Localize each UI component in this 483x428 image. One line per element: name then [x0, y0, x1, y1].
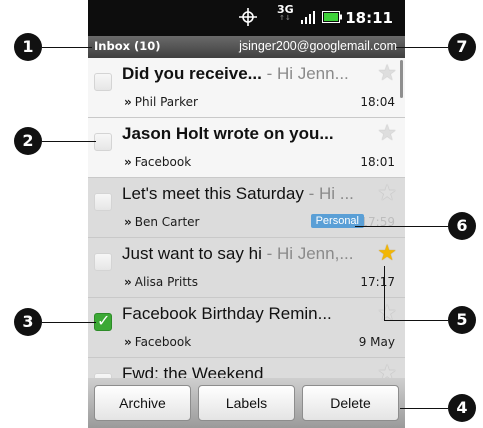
callout-marker: 5 — [448, 306, 476, 334]
message-row-partial[interactable]: Fwd: the Weekend ★ — [88, 358, 405, 378]
signal-icon — [301, 11, 315, 24]
subject: Facebook Birthday Remin... — [122, 304, 332, 323]
timestamp: 17:17 — [360, 275, 395, 289]
sender: » Ben Carter — [124, 215, 200, 229]
callout-marker: 1 — [14, 33, 42, 61]
subject-line: Did you receive... - Hi Jenn... — [122, 64, 377, 84]
timestamp: 9 May — [358, 335, 395, 349]
select-checkbox[interactable] — [94, 311, 112, 331]
action-bar: Archive Labels Delete — [88, 378, 405, 428]
star-icon[interactable]: ★ — [377, 123, 397, 145]
message-list[interactable]: Did you receive... - Hi Jenn... ★ » Phil … — [88, 58, 405, 378]
archive-button[interactable]: Archive — [94, 385, 191, 421]
callout-leader — [396, 47, 448, 48]
select-checkbox[interactable] — [94, 133, 112, 151]
sender-name: Alisa Pritts — [134, 275, 199, 289]
message-row[interactable]: Facebook Birthday Remin... ★ »Facebook 9… — [88, 298, 405, 358]
3g-icon: 3G ↑↓ — [277, 3, 294, 22]
from-arrows: » — [124, 155, 132, 169]
callout-marker: 6 — [448, 212, 476, 240]
inbox-title: Inbox (10) — [94, 39, 161, 53]
from-arrows: » — [124, 215, 132, 229]
labels-button[interactable]: Labels — [198, 385, 295, 421]
inbox-header: Inbox (10) jsinger200@googlemail.com — [88, 36, 405, 58]
select-checkbox[interactable] — [94, 253, 112, 271]
star-icon[interactable]: ★ — [377, 363, 397, 379]
from-arrows: » — [124, 335, 132, 349]
sender-name: Phil Parker — [134, 95, 198, 109]
message-row[interactable]: Jason Holt wrote on you... ★ » Facebook 1… — [88, 118, 405, 178]
callout-leader — [400, 408, 448, 409]
sender: » Alisa Pritts — [124, 275, 198, 289]
subject: Did you receive... — [122, 64, 262, 83]
subject: Let's meet this Saturday — [122, 184, 304, 203]
select-checkbox[interactable] — [94, 193, 112, 211]
callout-leader — [384, 320, 448, 321]
phone-screen: 3G ↑↓ 18:11 Inbox (10) jsinger200@googlem… — [88, 0, 405, 428]
account-name: jsinger200@googlemail.com — [239, 39, 397, 53]
callout-leader — [42, 322, 96, 323]
snippet: - Hi ... — [303, 184, 354, 203]
callout-marker: 4 — [448, 394, 476, 422]
subject: Just want to say hi — [122, 244, 262, 263]
message-row[interactable]: Just want to say hi - Hi Jenn,... ★ » Ali… — [88, 238, 405, 298]
subject-line: Just want to say hi - Hi Jenn,... — [122, 244, 377, 264]
clock: 18:11 — [345, 9, 393, 27]
scrollbar[interactable] — [400, 60, 403, 98]
gps-icon — [239, 8, 257, 26]
snippet: - Hi Jenn,... — [261, 244, 354, 263]
timestamp: 18:01 — [360, 155, 395, 169]
star-icon[interactable]: ★ — [377, 63, 397, 85]
timestamp: 18:04 — [360, 95, 395, 109]
message-row[interactable]: Let's meet this Saturday - Hi ... ★ » Ben… — [88, 178, 405, 238]
message-row[interactable]: Did you receive... - Hi Jenn... ★ » Phil … — [88, 58, 405, 118]
from-arrows: » — [124, 95, 132, 109]
snippet: - Hi Jenn... — [261, 64, 349, 83]
callout-leader — [42, 141, 96, 142]
select-checkbox[interactable] — [94, 73, 112, 91]
callout-leader — [384, 266, 385, 320]
subject-line: Jason Holt wrote on you... — [122, 124, 377, 144]
star-icon[interactable]: ★ — [377, 303, 397, 325]
sender-name: Facebook — [134, 155, 192, 169]
sender: » Facebook — [124, 155, 191, 169]
callout-marker: 3 — [14, 308, 42, 336]
sender: » Facebook — [124, 335, 191, 349]
status-bar: 3G ↑↓ 18:11 — [88, 0, 405, 36]
callout-marker: 7 — [448, 33, 476, 61]
star-icon[interactable]: ★ — [377, 243, 397, 265]
subject-line: Facebook Birthday Remin... — [122, 304, 377, 324]
sender-name: Ben Carter — [134, 215, 200, 229]
callout-leader — [355, 226, 448, 227]
delete-button[interactable]: Delete — [302, 385, 399, 421]
from-arrows: » — [124, 275, 132, 289]
subject: Fwd: the Weekend — [122, 364, 264, 378]
sender: » Phil Parker — [124, 95, 198, 109]
callout-leader — [42, 47, 92, 48]
star-icon[interactable]: ★ — [377, 183, 397, 205]
callout-marker: 2 — [14, 127, 42, 155]
subject: Jason Holt wrote on you... — [122, 124, 334, 143]
sender-name: Facebook — [134, 335, 192, 349]
subject-line: Let's meet this Saturday - Hi ... — [122, 184, 377, 204]
battery-icon — [322, 11, 342, 23]
subject-line: Fwd: the Weekend — [122, 364, 377, 378]
